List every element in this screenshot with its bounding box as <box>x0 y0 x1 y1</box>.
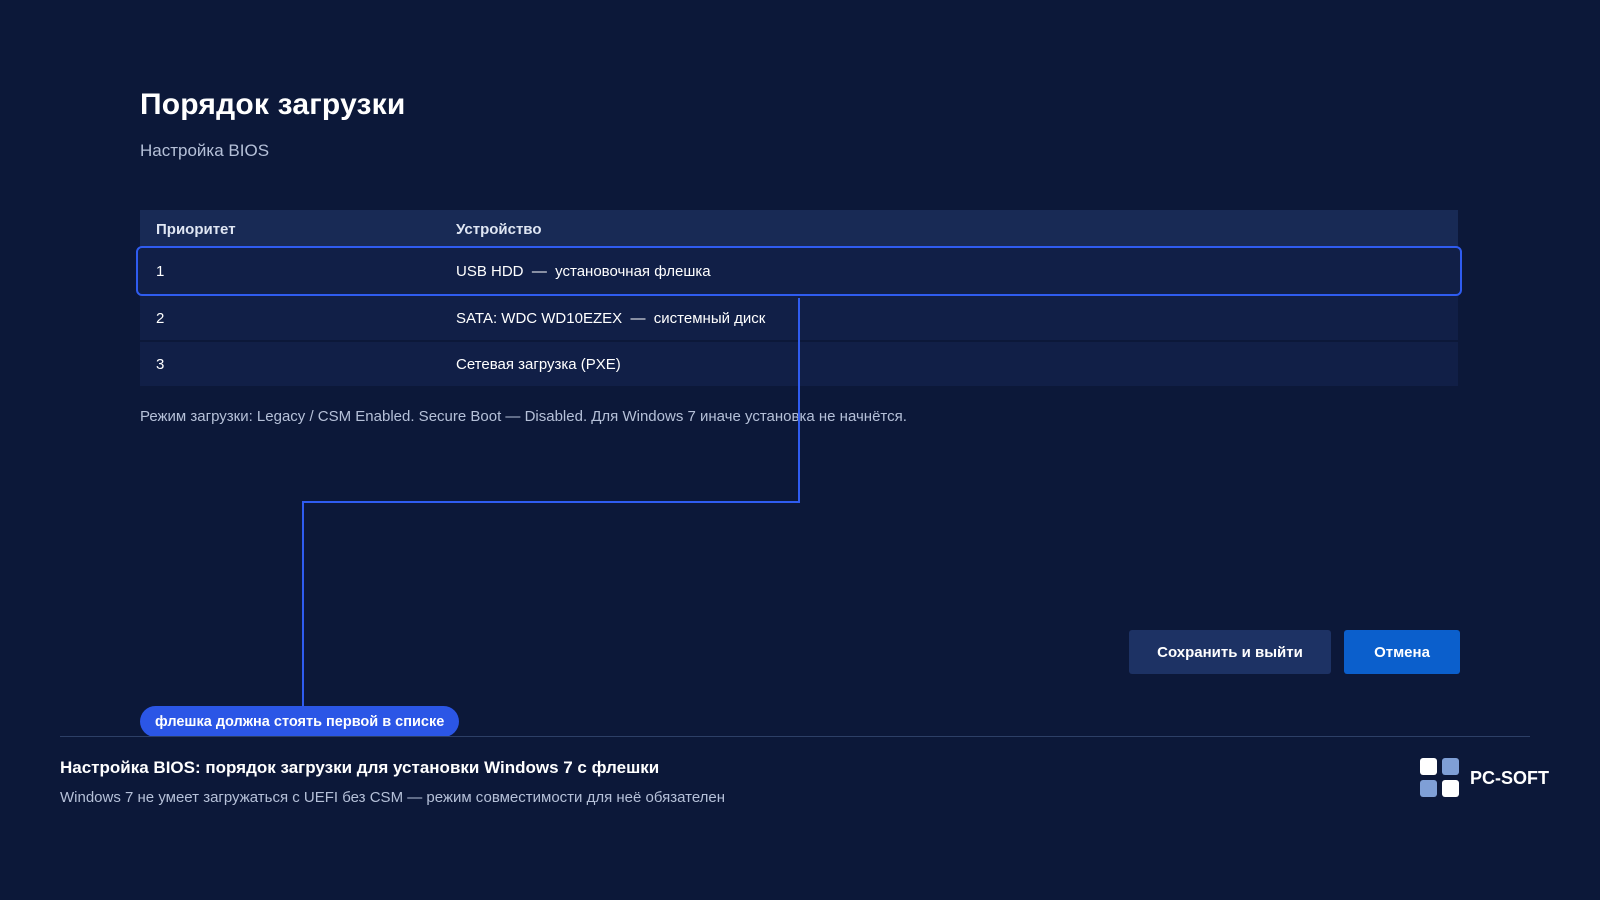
table-header: Приоритет Устройство <box>140 210 1458 248</box>
footer-divider <box>60 736 1530 737</box>
brand-logo: PC-SOFT <box>1420 758 1549 798</box>
boot-order-table: Приоритет Устройство 1 USB HDD — установ… <box>136 210 1462 386</box>
row-device: USB HDD — установочная флешка <box>456 262 711 280</box>
row-device: Сетевая загрузка (PXE) <box>456 355 621 373</box>
brand-name: PC-SOFT <box>1470 767 1549 788</box>
table-row[interactable]: 2 SATA: WDC WD10EZEX — системный диск <box>140 296 1458 340</box>
page-subtitle: Настройка BIOS <box>140 141 270 160</box>
row-priority: 2 <box>156 309 165 327</box>
boot-mode-note: Режим загрузки: Legacy / CSM Enabled. Se… <box>140 408 907 425</box>
column-header-priority: Приоритет <box>156 220 236 238</box>
callout-badge: флешка должна стоять первой в списке <box>140 706 460 737</box>
brand-grid-icon <box>1420 758 1460 798</box>
row-priority: 1 <box>156 262 165 280</box>
page-title: Порядок загрузки <box>140 88 406 121</box>
cancel-button[interactable]: Отмена <box>1344 630 1460 674</box>
footer-title: Настройка BIOS: порядок загрузки для уст… <box>60 758 660 777</box>
table-row-selected[interactable]: 1 USB HDD — установочная флешка <box>136 246 1462 296</box>
row-device: SATA: WDC WD10EZEX — системный диск <box>456 309 766 327</box>
save-and-exit-button[interactable]: Сохранить и выйти <box>1129 630 1331 674</box>
footer-subtitle: Windows 7 не умеет загружаться с UEFI бе… <box>60 789 726 806</box>
column-header-device: Устройство <box>456 220 542 238</box>
row-priority: 3 <box>156 355 165 373</box>
table-row[interactable]: 3 Сетевая загрузка (PXE) <box>140 342 1458 386</box>
